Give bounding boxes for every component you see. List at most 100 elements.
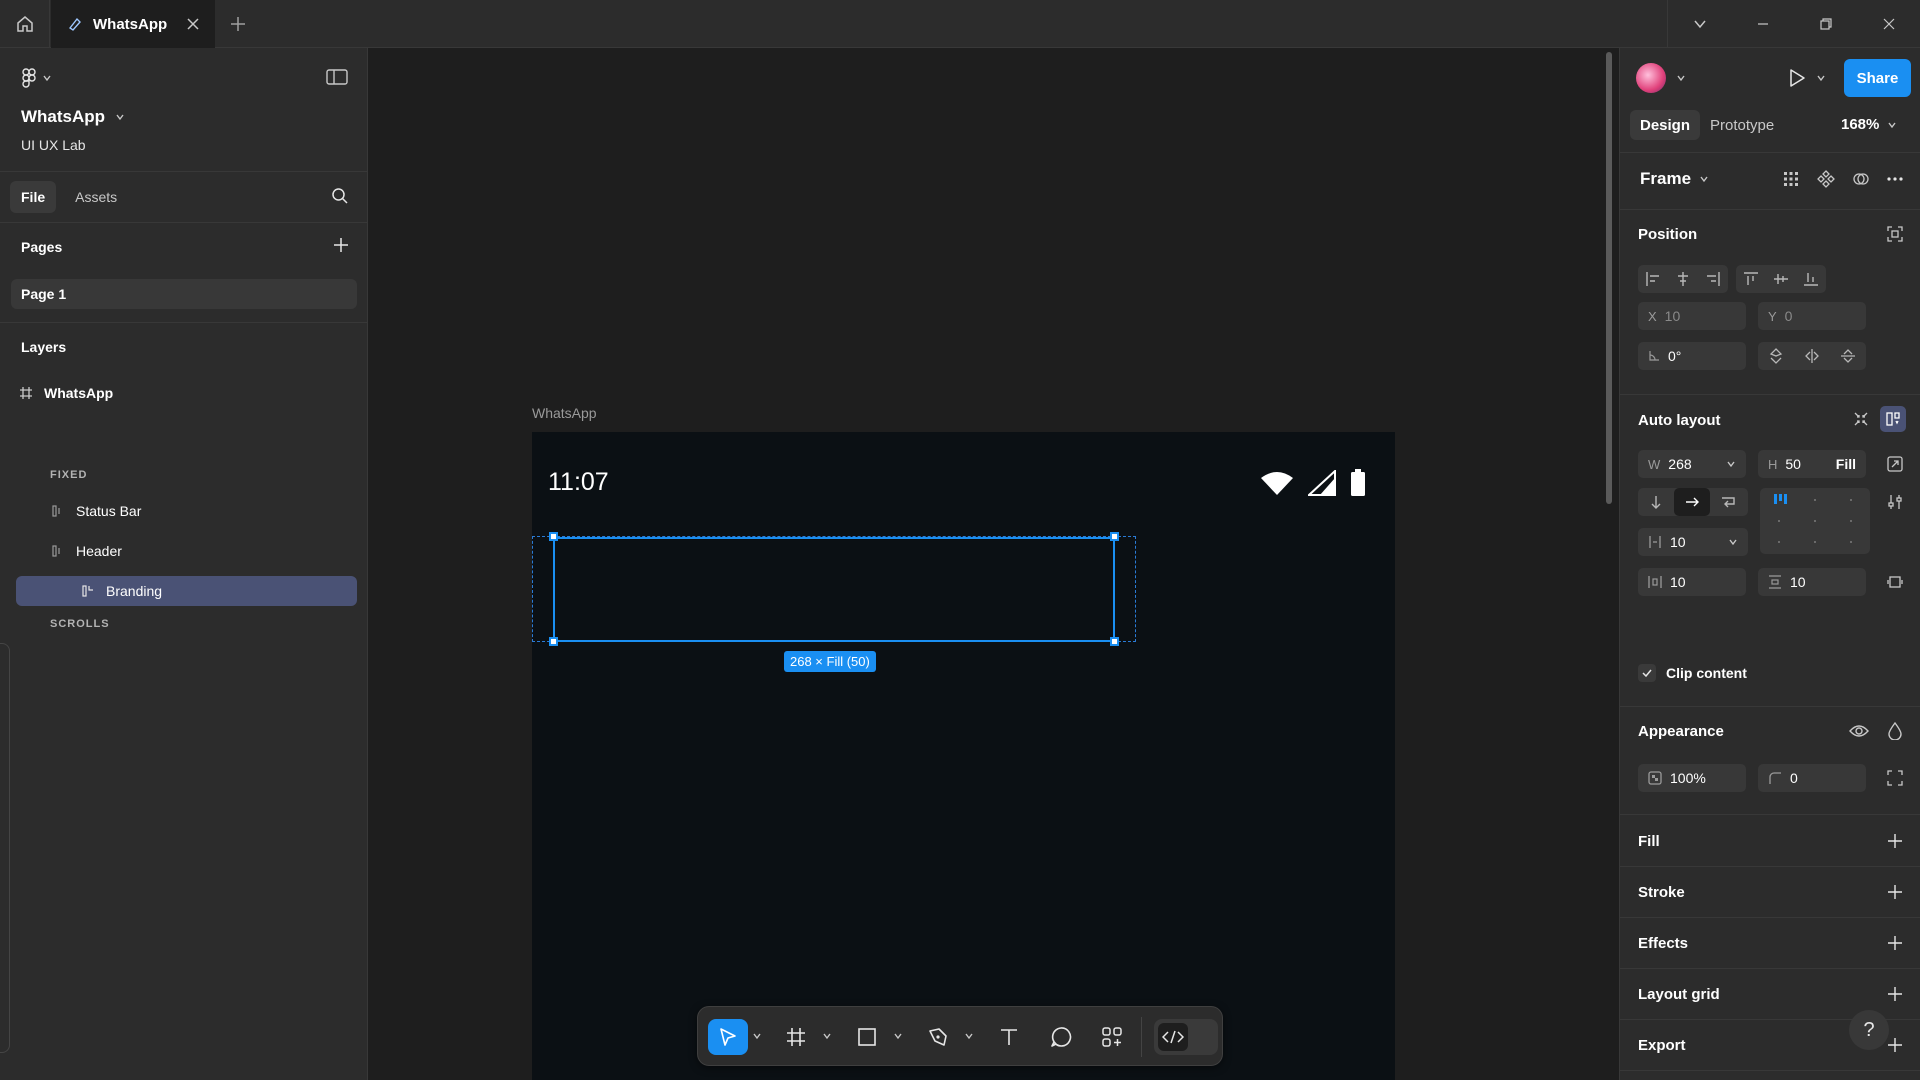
present-button[interactable] (1786, 67, 1808, 89)
resize-handle-top-left[interactable] (549, 532, 558, 541)
pen-tool-button[interactable] (920, 1019, 956, 1055)
alignment-grid[interactable] (1760, 488, 1870, 554)
vertical-padding-input[interactable]: 10 (1758, 568, 1866, 596)
x-input[interactable]: X 10 (1638, 302, 1746, 330)
align-middle-button[interactable] (1766, 265, 1796, 293)
add-page-button[interactable] (332, 236, 350, 254)
pen-tool-options[interactable] (964, 1031, 974, 1041)
add-fill-button[interactable] (1885, 831, 1905, 851)
advanced-layout-settings-button[interactable] (1884, 491, 1906, 513)
auto-layout-settings-button[interactable] (1880, 406, 1906, 432)
layer-header[interactable]: Header (48, 536, 357, 566)
rectangle-tool-icon (858, 1028, 876, 1046)
search-layers-button[interactable] (331, 187, 349, 205)
more-options-button[interactable] (1884, 168, 1906, 190)
alignment-dots (1774, 494, 1852, 543)
blend-mode-button[interactable] (1884, 720, 1906, 742)
resize-handle-bottom-right[interactable] (1110, 637, 1119, 646)
file-name-button[interactable]: WhatsApp (21, 107, 125, 127)
tab-file[interactable]: File (10, 181, 57, 213)
close-tab-button[interactable] (183, 14, 203, 34)
horizontal-padding-input[interactable]: 10 (1638, 568, 1746, 596)
grid-view-button[interactable] (1780, 168, 1802, 190)
frame-type-dropdown[interactable]: Frame (1640, 169, 1709, 189)
actions-tool-button[interactable] (1094, 1019, 1130, 1055)
direction-wrap-button[interactable] (1710, 488, 1746, 516)
constraints-button[interactable] (1884, 223, 1906, 245)
resize-to-fit-button[interactable] (1884, 453, 1906, 475)
align-top-button[interactable] (1736, 265, 1766, 293)
main-menu-button[interactable] (20, 68, 52, 88)
height-input[interactable]: H 50 Fill (1758, 450, 1866, 478)
remove-auto-layout-button[interactable] (1850, 408, 1872, 430)
avatar[interactable] (1636, 63, 1666, 93)
add-export-button[interactable] (1885, 1035, 1905, 1055)
corner-radius-input[interactable]: 0 (1758, 764, 1866, 792)
y-input[interactable]: Y 0 (1758, 302, 1866, 330)
width-sizing-dropdown[interactable] (1726, 459, 1736, 469)
frame-tool-button[interactable] (778, 1019, 814, 1055)
gap-input[interactable]: 10 (1638, 528, 1748, 556)
add-effect-button[interactable] (1885, 933, 1905, 953)
layer-whatsapp-frame[interactable]: WhatsApp (16, 378, 357, 408)
align-right-button[interactable] (1698, 265, 1728, 293)
sidebar-toggle-button[interactable] (326, 68, 348, 86)
rotation-input[interactable]: 0° (1638, 342, 1746, 370)
toggle-visibility-button[interactable] (1848, 720, 1870, 742)
create-component-button[interactable] (1815, 168, 1837, 190)
add-layout-grid-button[interactable] (1885, 984, 1905, 1004)
clip-content-checkbox[interactable]: Clip content (1638, 664, 1747, 682)
shape-tool-options[interactable] (893, 1031, 903, 1041)
direction-vertical-button[interactable] (1638, 488, 1674, 516)
rectangle-tool-button[interactable] (849, 1019, 885, 1055)
share-button[interactable]: Share (1844, 59, 1911, 97)
dev-mode-toggle[interactable] (1154, 1019, 1218, 1055)
individual-corners-button[interactable] (1884, 767, 1906, 789)
selected-branding-layer[interactable] (553, 537, 1115, 642)
boolean-ops-button[interactable] (1850, 168, 1872, 190)
align-left-button[interactable] (1638, 265, 1668, 293)
frame-tool-options[interactable] (822, 1031, 832, 1041)
new-tab-button[interactable] (228, 14, 248, 34)
rotate-90-button[interactable] (1758, 342, 1794, 370)
individual-padding-button[interactable] (1884, 571, 1906, 593)
width-input[interactable]: W 268 (1638, 450, 1746, 478)
restore-button[interactable] (1794, 0, 1857, 48)
y-value: 0 (1784, 308, 1793, 324)
align-bottom-button[interactable] (1796, 265, 1826, 293)
layer-branding[interactable]: Branding (16, 576, 357, 606)
add-stroke-button[interactable] (1885, 882, 1905, 902)
whatsapp-frame[interactable] (532, 432, 1395, 1080)
file-tab[interactable]: WhatsApp (51, 0, 215, 48)
canvas-scrollbar[interactable] (1606, 52, 1612, 504)
direction-horizontal-button[interactable] (1674, 488, 1710, 516)
resize-handle-bottom-left[interactable] (549, 637, 558, 646)
minimize-button[interactable] (1731, 0, 1794, 48)
zoom-dropdown[interactable]: 168% (1841, 116, 1897, 133)
tabs-dropdown-button[interactable] (1668, 0, 1731, 48)
gap-dropdown[interactable] (1728, 537, 1738, 547)
comment-tool-button[interactable] (1043, 1019, 1079, 1055)
move-tool-button[interactable] (708, 1019, 748, 1055)
move-tool-options[interactable] (752, 1031, 762, 1041)
close-window-button[interactable] (1857, 0, 1920, 48)
tab-prototype[interactable]: Prototype (1700, 110, 1784, 140)
align-center-h-button[interactable] (1668, 265, 1698, 293)
present-options-button[interactable] (1810, 67, 1832, 89)
layer-status-bar[interactable]: Status Bar (48, 496, 357, 526)
help-button[interactable]: ? (1849, 1010, 1889, 1050)
flip-horizontal-button[interactable] (1794, 342, 1830, 370)
tab-assets[interactable]: Assets (64, 181, 128, 213)
avatar-menu-button[interactable] (1670, 67, 1692, 89)
height-mode[interactable]: Fill (1836, 456, 1856, 472)
resize-handle-top-right[interactable] (1110, 532, 1119, 541)
flip-vertical-button[interactable] (1830, 342, 1866, 370)
frame-label[interactable]: WhatsApp (532, 405, 597, 421)
opacity-input[interactable]: 100% (1638, 764, 1746, 792)
text-tool-button[interactable] (991, 1019, 1027, 1055)
layout-grid-title: Layout grid (1638, 986, 1720, 1003)
tab-design[interactable]: Design (1630, 110, 1701, 140)
team-name: UI UX Lab (21, 137, 86, 153)
home-button[interactable] (0, 0, 50, 48)
page-item-page-1[interactable]: Page 1 (11, 279, 357, 309)
